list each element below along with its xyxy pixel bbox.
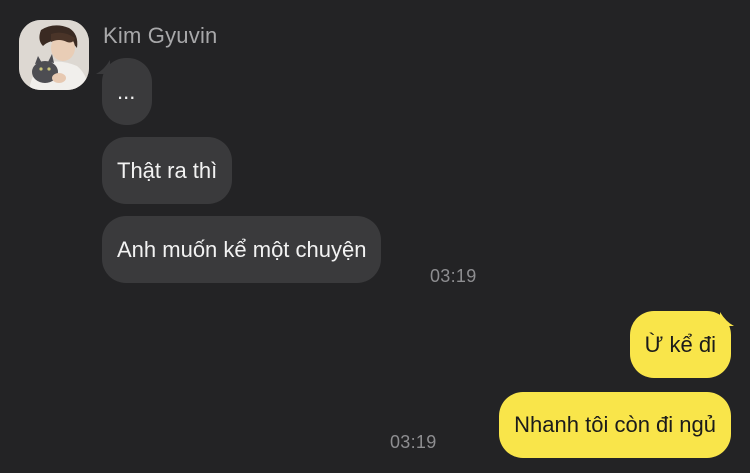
incoming-message-bubble[interactable]: ... [102, 58, 152, 125]
outgoing-message-bubble[interactable]: Ừ kể đi [629, 311, 731, 378]
contact-avatar[interactable] [19, 20, 89, 90]
message-text: ... [117, 78, 136, 104]
message-timestamp: 03:19 [390, 432, 437, 452]
avatar-photo-icon [19, 20, 89, 90]
incoming-message-bubble[interactable]: Thật ra thì [102, 137, 233, 204]
message-text: Nhanh tôi còn đi ngủ [514, 412, 716, 437]
sender-name: Kim Gyuvin [103, 23, 218, 48]
incoming-message-bubble[interactable]: Anh muốn kể một chuyện [102, 216, 382, 283]
message-timestamp: 03:19 [430, 266, 477, 286]
chat-window: Kim Gyuvin ... Thật ra thì Anh muốn kể m… [0, 0, 750, 473]
outgoing-message-bubble[interactable]: Nhanh tôi còn đi ngủ [499, 392, 731, 458]
message-text: Ừ kể đi [644, 331, 716, 357]
message-text: Anh muốn kể một chuyện [117, 236, 367, 262]
message-text: Thật ra thì [117, 157, 218, 183]
